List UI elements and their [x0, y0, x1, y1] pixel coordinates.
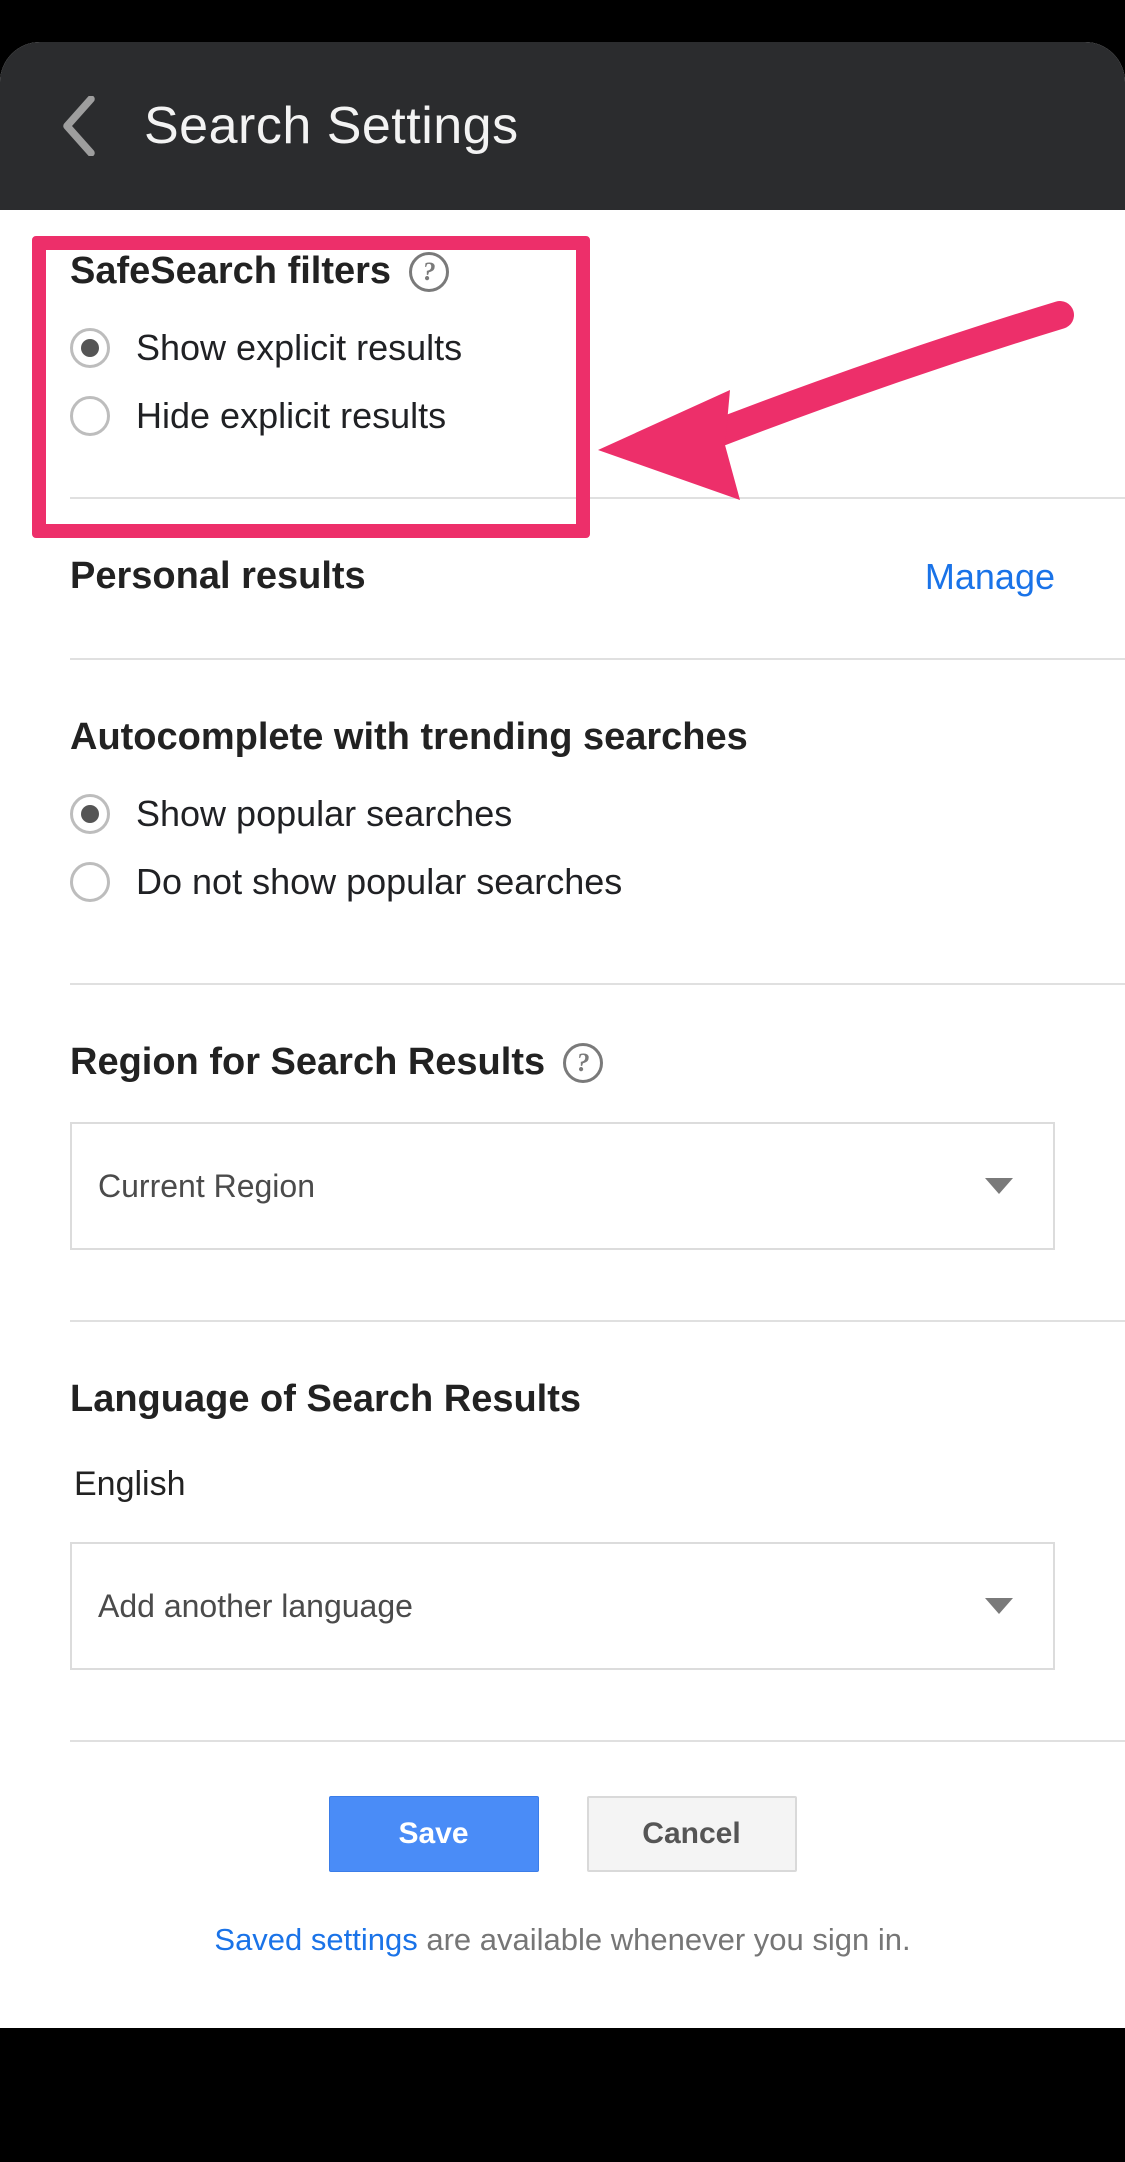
personal-results-row: Personal results Manage [0, 499, 1125, 658]
language-add-select[interactable]: Add another language [70, 1542, 1055, 1670]
help-icon[interactable]: ? [409, 252, 449, 292]
settings-sheet: Search Settings SafeSearch filters ? Sho… [0, 42, 1125, 2028]
radio-label: Hide explicit results [136, 395, 446, 437]
radio-icon [70, 396, 110, 436]
region-title: Region for Search Results [70, 1041, 545, 1084]
language-add-placeholder: Add another language [98, 1588, 413, 1625]
content-area: SafeSearch filters ? Show explicit resul… [0, 210, 1125, 2028]
app-bar: Search Settings [0, 42, 1125, 210]
radio-label: Show explicit results [136, 327, 462, 369]
safesearch-section: SafeSearch filters ? Show explicit resul… [0, 210, 1125, 497]
language-section: Language of Search Results English Add a… [0, 1322, 1125, 1740]
help-icon[interactable]: ? [563, 1043, 603, 1083]
autocomplete-radio-group: Show popular searches Do not show popula… [70, 793, 1055, 903]
chevron-down-icon [985, 1178, 1013, 1194]
safesearch-title-row: SafeSearch filters ? [70, 250, 1055, 293]
action-buttons-row: Save Cancel [0, 1742, 1125, 1908]
radio-icon [70, 862, 110, 902]
safesearch-option-show[interactable]: Show explicit results [70, 327, 1055, 369]
safesearch-option-hide[interactable]: Hide explicit results [70, 395, 1055, 437]
region-select[interactable]: Current Region [70, 1122, 1055, 1250]
language-current: English [70, 1465, 1055, 1504]
manage-link[interactable]: Manage [925, 556, 1055, 598]
chevron-down-icon [985, 1598, 1013, 1614]
radio-label: Do not show popular searches [136, 861, 622, 903]
radio-label: Show popular searches [136, 793, 512, 835]
region-section: Region for Search Results ? Current Regi… [0, 985, 1125, 1320]
back-icon[interactable] [60, 96, 98, 156]
autocomplete-option-show[interactable]: Show popular searches [70, 793, 1055, 835]
page-title: Search Settings [144, 96, 519, 156]
region-title-row: Region for Search Results ? [70, 1041, 1055, 1084]
autocomplete-title: Autocomplete with trending searches [70, 716, 1055, 759]
cancel-button[interactable]: Cancel [587, 1796, 797, 1872]
saved-settings-link[interactable]: Saved settings [214, 1922, 417, 1957]
footer-note: Saved settings are available whenever yo… [0, 1908, 1125, 2028]
region-selected-value: Current Region [98, 1168, 315, 1205]
safesearch-radio-group: Show explicit results Hide explicit resu… [70, 327, 1055, 437]
safesearch-title: SafeSearch filters [70, 250, 391, 293]
save-button[interactable]: Save [329, 1796, 539, 1872]
autocomplete-option-hide[interactable]: Do not show popular searches [70, 861, 1055, 903]
autocomplete-section: Autocomplete with trending searches Show… [0, 660, 1125, 983]
language-title: Language of Search Results [70, 1378, 1055, 1421]
radio-icon [70, 794, 110, 834]
personal-results-title: Personal results [70, 555, 366, 598]
radio-icon [70, 328, 110, 368]
footer-rest: are available whenever you sign in. [418, 1922, 911, 1957]
